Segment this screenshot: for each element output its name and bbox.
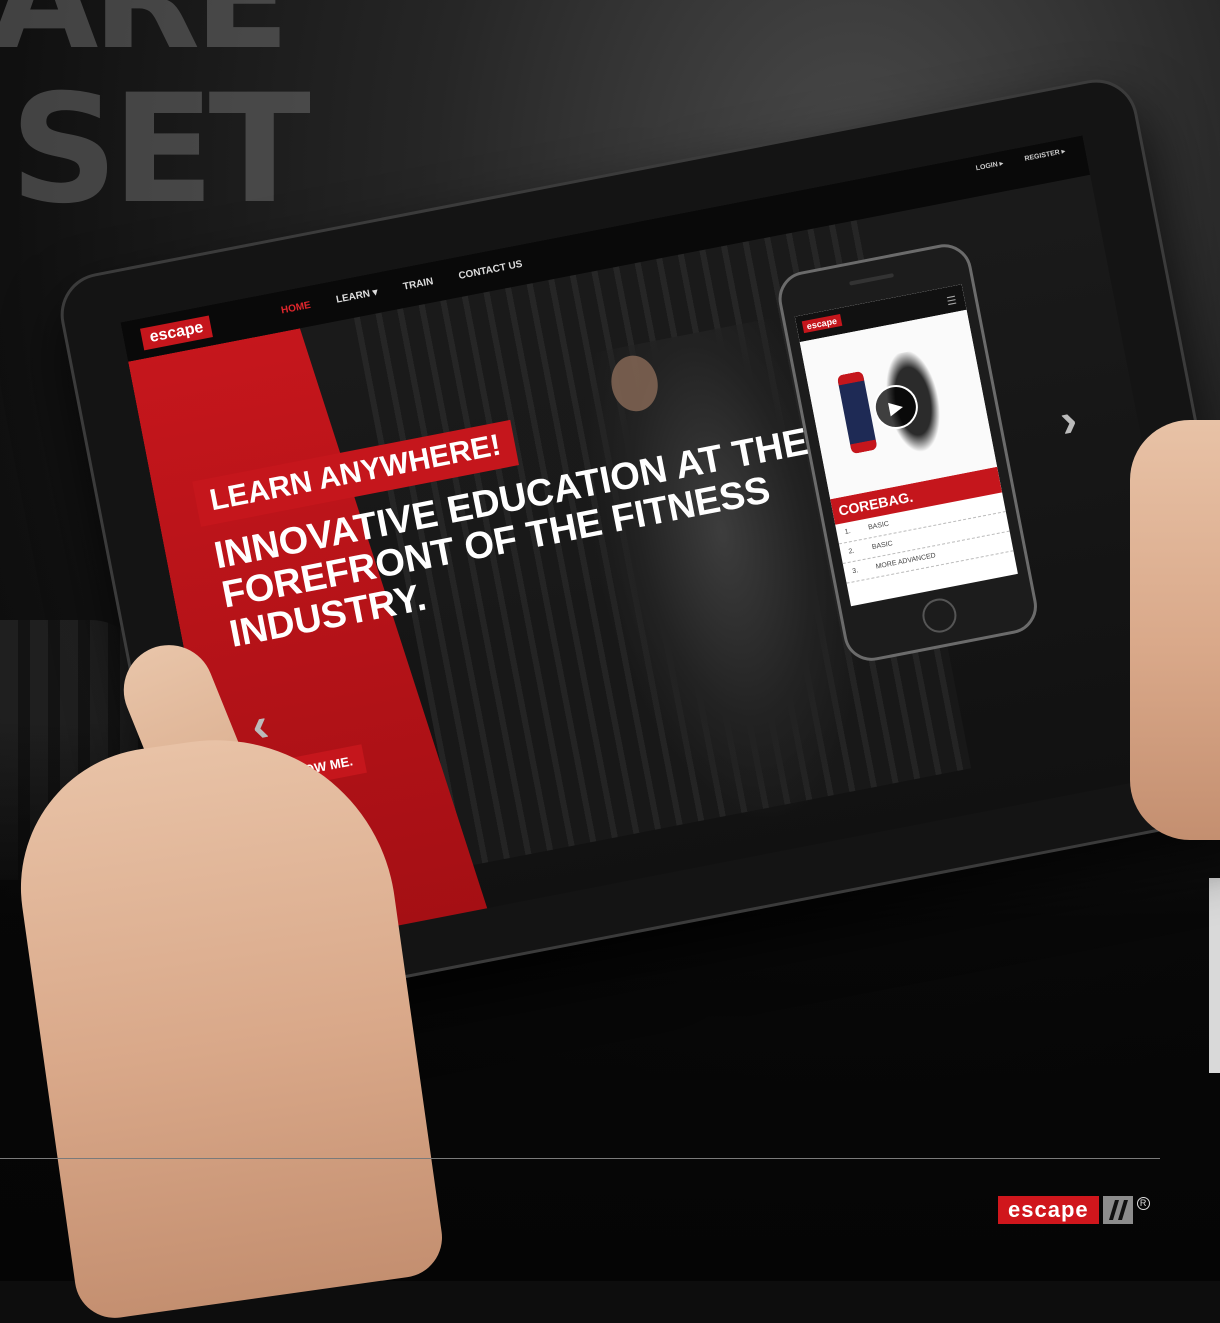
phone-speaker: [849, 273, 895, 286]
side-panel: [1209, 878, 1220, 1073]
registered-mark: R: [1136, 1196, 1150, 1210]
chevron-right-icon[interactable]: ›: [1056, 392, 1082, 449]
list-item-number: 1.: [844, 528, 852, 536]
phone-home-button: [919, 595, 960, 636]
footer-divider: [0, 1158, 1160, 1159]
list-item-label: BASIC: [871, 540, 894, 552]
background-lettering: SET: [10, 63, 311, 237]
footer-logo-text: escape: [998, 1196, 1099, 1224]
logo-mark-icon: [1102, 1196, 1133, 1224]
background-lettering: ARE: [0, 0, 290, 70]
nav-learn[interactable]: LEARN ▾: [335, 287, 379, 306]
account-links: LOGIN ▸ REGISTER ▸: [975, 147, 1066, 172]
site-logo[interactable]: escape: [140, 315, 214, 351]
nav-contact[interactable]: CONTACT US: [458, 259, 524, 282]
menu-icon[interactable]: ☰: [946, 294, 958, 309]
list-item-number: 3.: [851, 567, 859, 576]
register-link[interactable]: REGISTER ▸: [1024, 147, 1066, 163]
right-hand: [1130, 420, 1220, 840]
nav-home[interactable]: HOME: [280, 300, 312, 317]
footer-logo: escape R: [998, 1196, 1150, 1224]
nav-train[interactable]: TRAIN: [402, 276, 434, 293]
list-item-label: BASIC: [867, 520, 890, 532]
list-item-label: MORE ADVANCED: [875, 552, 937, 571]
list-item-number: 2.: [848, 547, 856, 556]
phone-logo[interactable]: escape: [801, 314, 842, 334]
phone-screen: escape ☰ ▶ COREBAG. 1. BASIC 2. BASIC 3.…: [794, 284, 1018, 607]
login-link[interactable]: LOGIN ▸: [975, 159, 1003, 172]
corebag-image: [836, 370, 878, 455]
product-video: ▶: [799, 309, 998, 500]
